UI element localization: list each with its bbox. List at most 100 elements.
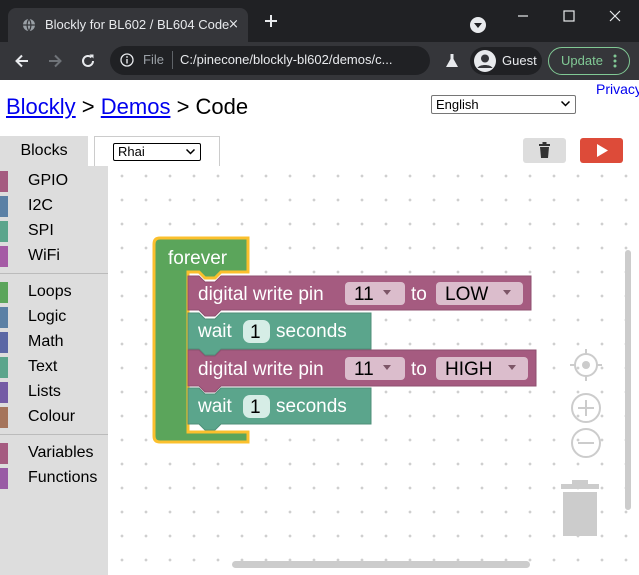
kebab-menu-icon[interactable] bbox=[613, 54, 617, 68]
toolbox-category-label: Functions bbox=[28, 469, 98, 486]
seconds-label: seconds bbox=[276, 321, 347, 342]
level-dropdown[interactable]: LOW bbox=[436, 282, 523, 305]
digital-write-label: digital write pin bbox=[198, 284, 324, 305]
avatar-icon bbox=[474, 50, 496, 72]
forever-label: forever bbox=[168, 248, 228, 269]
category-color-swatch bbox=[0, 171, 8, 192]
tab-code[interactable]: Rhai bbox=[94, 136, 220, 166]
toolbox-category-text[interactable]: Text bbox=[0, 355, 108, 379]
reload-icon[interactable] bbox=[79, 52, 97, 70]
toolbox-category-label: Math bbox=[28, 333, 64, 350]
toolbox-separator bbox=[0, 273, 108, 274]
wait-label: wait bbox=[197, 396, 233, 417]
forward-arrow-icon[interactable] bbox=[46, 52, 64, 70]
category-color-swatch bbox=[0, 468, 8, 489]
to-label: to bbox=[411, 284, 427, 305]
level-dropdown[interactable]: HIGH bbox=[436, 357, 528, 380]
breadcrumb-separator: > bbox=[170, 94, 196, 119]
category-color-swatch bbox=[0, 221, 8, 242]
update-button[interactable]: Update bbox=[548, 47, 630, 75]
zoom-out-icon[interactable] bbox=[571, 428, 601, 458]
wait-block[interactable]: wait 1 seconds bbox=[187, 387, 372, 431]
toolbox-category-gpio[interactable]: GPIO bbox=[0, 169, 108, 193]
toolbox-category-label: Variables bbox=[28, 444, 94, 461]
level-value: LOW bbox=[445, 284, 488, 305]
toolbox-category-label: GPIO bbox=[28, 172, 69, 189]
pin-dropdown[interactable]: 11 bbox=[345, 357, 405, 380]
digital-write-label: digital write pin bbox=[198, 359, 324, 380]
level-value: HIGH bbox=[445, 359, 493, 380]
code-language-select[interactable]: Rhai bbox=[113, 143, 201, 161]
toolbox-category-label: Logic bbox=[28, 308, 67, 325]
toolbox-category-loops[interactable]: Loops bbox=[0, 280, 108, 304]
toolbox-category-wifi[interactable]: WiFi bbox=[0, 244, 108, 268]
breadcrumb-separator: > bbox=[75, 94, 101, 119]
language-select[interactable]: English bbox=[431, 95, 576, 114]
tab-search-icon[interactable] bbox=[470, 17, 486, 33]
back-arrow-icon[interactable] bbox=[13, 52, 31, 70]
browser-tab[interactable]: Blockly for BL602 / BL604 Code × bbox=[8, 8, 248, 42]
update-label: Update bbox=[561, 53, 603, 68]
toolbox-category-i2c[interactable]: I2C bbox=[0, 194, 108, 218]
toolbox: GPIO I2C SPI WiFi Loops Logic Math Text … bbox=[0, 166, 108, 575]
new-tab-icon[interactable] bbox=[262, 12, 280, 30]
code-language-selected-value: Rhai bbox=[118, 144, 145, 159]
category-color-swatch bbox=[0, 282, 8, 303]
window-close-icon[interactable] bbox=[605, 6, 625, 26]
profile-button[interactable]: Guest bbox=[470, 47, 542, 75]
toolbox-category-variables[interactable]: Variables bbox=[0, 441, 108, 465]
chevron-down-icon bbox=[186, 149, 195, 155]
category-color-swatch bbox=[0, 196, 8, 217]
pin-value: 11 bbox=[354, 359, 374, 380]
seconds-input[interactable]: 1 bbox=[243, 320, 270, 343]
close-tab-icon[interactable]: × bbox=[228, 17, 239, 32]
workspace-trash-icon[interactable] bbox=[561, 480, 599, 536]
digital-write-block[interactable]: digital write pin 11 to LOW bbox=[187, 275, 532, 317]
url-text[interactable]: C:/pinecone/blockly-bl602/demos/c... bbox=[180, 52, 392, 67]
seconds-value: 1 bbox=[250, 322, 261, 343]
delete-all-button[interactable] bbox=[523, 138, 566, 163]
browser-window: Blockly for BL602 / BL604 Code × File C:… bbox=[0, 0, 639, 575]
seconds-input[interactable]: 1 bbox=[243, 395, 270, 418]
horizontal-scrollbar[interactable] bbox=[232, 561, 530, 568]
category-color-swatch bbox=[0, 407, 8, 428]
info-icon[interactable] bbox=[120, 53, 134, 67]
toolbox-category-math[interactable]: Math bbox=[0, 330, 108, 354]
labs-flask-icon[interactable] bbox=[443, 52, 461, 70]
toolbox-category-colour[interactable]: Colour bbox=[0, 405, 108, 429]
tab-blocks[interactable]: Blocks bbox=[0, 136, 88, 166]
pin-value: 11 bbox=[354, 284, 374, 305]
seconds-label: seconds bbox=[276, 396, 347, 417]
toolbox-category-functions[interactable]: Functions bbox=[0, 466, 108, 490]
vertical-scrollbar[interactable] bbox=[625, 250, 631, 510]
to-label: to bbox=[411, 359, 427, 380]
wait-block[interactable]: wait 1 seconds bbox=[187, 312, 372, 356]
privacy-link[interactable]: Privacy bbox=[596, 81, 639, 97]
toolbox-category-label: SPI bbox=[28, 222, 54, 239]
breadcrumb-current: Code bbox=[195, 94, 249, 119]
recenter-icon[interactable] bbox=[570, 349, 602, 381]
toolbox-category-label: I2C bbox=[28, 197, 53, 214]
toolbox-category-logic[interactable]: Logic bbox=[0, 305, 108, 329]
toolbox-category-spi[interactable]: SPI bbox=[0, 219, 108, 243]
toolbox-category-label: Loops bbox=[28, 283, 72, 300]
globe-icon bbox=[23, 18, 35, 32]
block-canvas[interactable]: forever digital write pin 11 to LOW wait… bbox=[108, 166, 639, 575]
pin-dropdown[interactable]: 11 bbox=[345, 282, 405, 305]
url-scheme-label: File bbox=[143, 52, 164, 67]
address-bar[interactable]: File C:/pinecone/blockly-bl602/demos/c..… bbox=[110, 46, 430, 75]
minimize-icon[interactable] bbox=[513, 6, 533, 26]
page-content: Blockly > Demos > Code English Privacy B… bbox=[0, 80, 639, 575]
category-color-swatch bbox=[0, 382, 8, 403]
blockly-workspace: GPIO I2C SPI WiFi Loops Logic Math Text … bbox=[0, 166, 639, 575]
tab-strip: Blockly for BL602 / BL604 Code × bbox=[0, 0, 639, 42]
digital-write-block[interactable]: digital write pin 11 to HIGH bbox=[187, 349, 537, 393]
omnibox-divider bbox=[172, 51, 173, 69]
breadcrumb-blockly-link[interactable]: Blockly bbox=[6, 94, 76, 119]
maximize-icon[interactable] bbox=[559, 6, 579, 26]
run-button[interactable] bbox=[580, 138, 623, 163]
zoom-in-icon[interactable] bbox=[571, 393, 601, 423]
wait-label: wait bbox=[197, 321, 233, 342]
breadcrumb-demos-link[interactable]: Demos bbox=[101, 94, 171, 119]
toolbox-category-lists[interactable]: Lists bbox=[0, 380, 108, 404]
